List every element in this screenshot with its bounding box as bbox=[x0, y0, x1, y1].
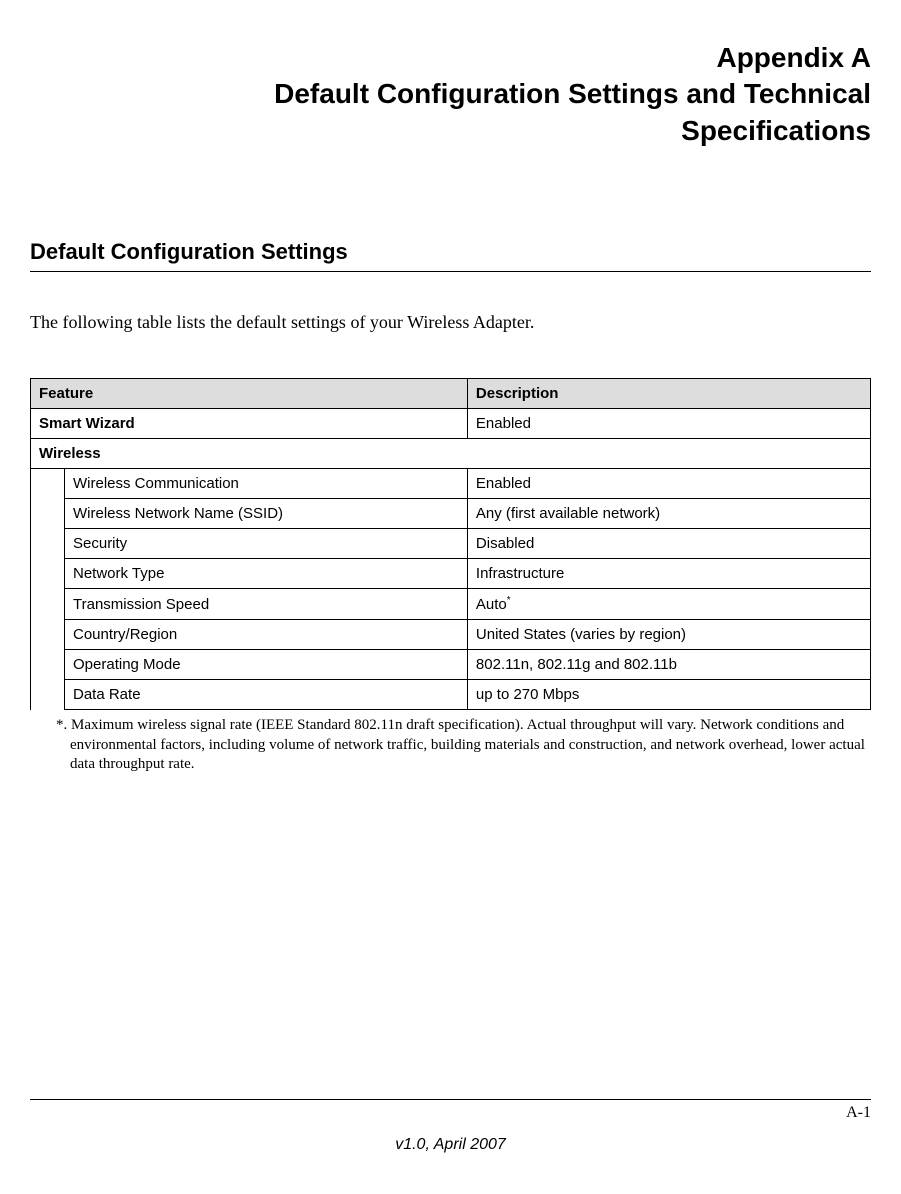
feature-cell: Security bbox=[65, 529, 468, 559]
heading-line2: Default Configuration Settings and Techn… bbox=[30, 76, 871, 112]
feature-cell: Wireless Communication bbox=[65, 469, 468, 499]
value-cell: United States (varies by region) bbox=[467, 620, 870, 650]
footnote-text: *. Maximum wireless signal rate (IEEE St… bbox=[30, 716, 871, 775]
value-cell: Infrastructure bbox=[467, 559, 870, 589]
page-footer: A-1 v1.0, April 2007 bbox=[30, 1099, 871, 1154]
feature-cell: Wireless Network Name (SSID) bbox=[65, 499, 468, 529]
table-header-row: Feature Description bbox=[31, 379, 871, 409]
version-text: v1.0, April 2007 bbox=[30, 1136, 871, 1154]
table-row: Data Rate up to 270 Mbps bbox=[31, 680, 871, 710]
value-cell: Auto* bbox=[467, 589, 870, 620]
header-feature: Feature bbox=[31, 379, 468, 409]
table-row: Country/Region United States (varies by … bbox=[31, 620, 871, 650]
heading-line1: Appendix A bbox=[30, 40, 871, 76]
settings-table: Feature Description Smart Wizard Enabled… bbox=[30, 378, 871, 710]
value-cell: Enabled bbox=[467, 409, 870, 439]
value-cell: Disabled bbox=[467, 529, 870, 559]
feature-cell: Smart Wizard bbox=[31, 409, 468, 439]
table-row: Smart Wizard Enabled bbox=[31, 409, 871, 439]
heading-line3: Specifications bbox=[30, 113, 871, 149]
wireless-group-header: Wireless bbox=[31, 439, 871, 469]
table-row: Wireless bbox=[31, 439, 871, 469]
value-cell: up to 270 Mbps bbox=[467, 680, 870, 710]
page-number: A-1 bbox=[30, 1104, 871, 1122]
header-description: Description bbox=[467, 379, 870, 409]
section-title: Default Configuration Settings bbox=[30, 239, 871, 272]
feature-cell: Country/Region bbox=[65, 620, 468, 650]
footer-divider bbox=[30, 1099, 871, 1100]
feature-cell: Network Type bbox=[65, 559, 468, 589]
feature-cell: Data Rate bbox=[65, 680, 468, 710]
feature-cell: Operating Mode bbox=[65, 650, 468, 680]
table-row: Wireless Communication Enabled bbox=[31, 469, 871, 499]
value-text: Auto bbox=[476, 596, 507, 613]
intro-text: The following table lists the default se… bbox=[30, 312, 871, 333]
value-cell: 802.11n, 802.11g and 802.11b bbox=[467, 650, 870, 680]
appendix-heading: Appendix A Default Configuration Setting… bbox=[30, 40, 871, 149]
footnote-marker: * bbox=[507, 595, 511, 606]
table-row: Security Disabled bbox=[31, 529, 871, 559]
feature-cell: Transmission Speed bbox=[65, 589, 468, 620]
indent-spacer bbox=[31, 469, 65, 710]
value-cell: Enabled bbox=[467, 469, 870, 499]
table-row: Transmission Speed Auto* bbox=[31, 589, 871, 620]
value-cell: Any (first available network) bbox=[467, 499, 870, 529]
table-row: Operating Mode 802.11n, 802.11g and 802.… bbox=[31, 650, 871, 680]
table-row: Wireless Network Name (SSID) Any (first … bbox=[31, 499, 871, 529]
table-row: Network Type Infrastructure bbox=[31, 559, 871, 589]
